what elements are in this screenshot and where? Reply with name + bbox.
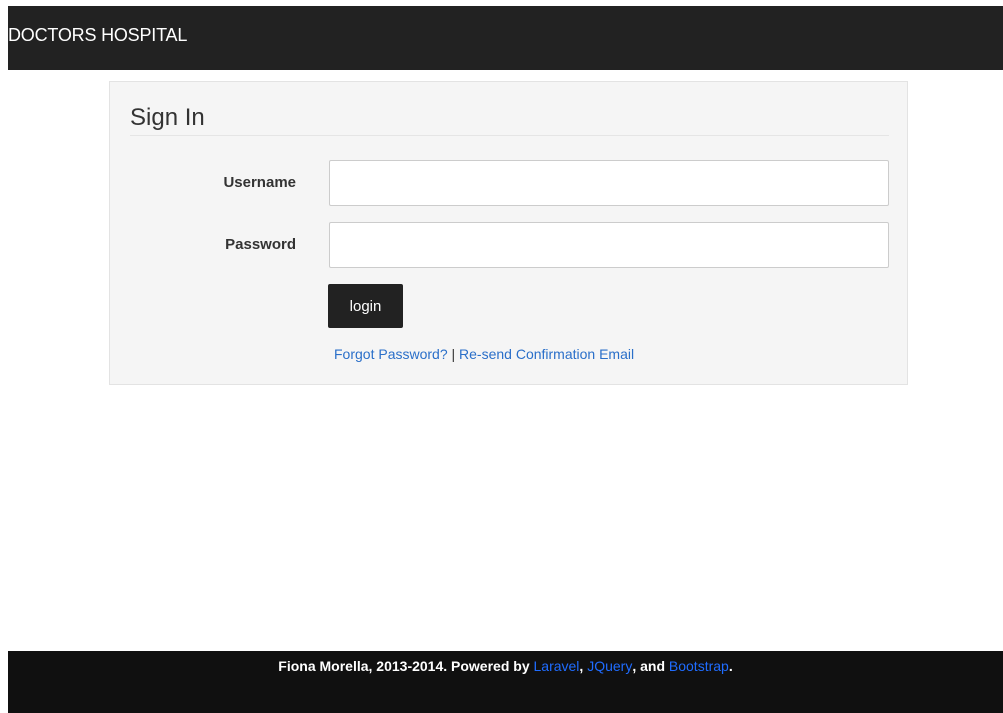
signin-legend: Sign In [130, 102, 889, 136]
signin-panel: Sign In Username Password login Forgot P… [109, 81, 908, 385]
forgot-password-link[interactable]: Forgot Password? [334, 346, 448, 362]
resend-confirmation-link[interactable]: Re-send Confirmation Email [459, 346, 634, 362]
page: DOCTORS HOSPITAL Sign In Username Passwo… [0, 0, 1003, 713]
laravel-link[interactable]: Laravel [534, 658, 580, 674]
footer-suffix: . [728, 658, 733, 674]
bootstrap-link[interactable]: Bootstrap [669, 658, 729, 674]
password-label: Password [225, 236, 296, 253]
username-field[interactable] [329, 160, 889, 206]
navbar: DOCTORS HOSPITAL [8, 6, 1003, 70]
username-label: Username [223, 174, 296, 191]
signin-title: Sign In [130, 104, 205, 131]
jquery-link[interactable]: JQuery [587, 658, 632, 674]
footer: Fiona Morella, 2013-2014. Powered by Lar… [8, 651, 1003, 713]
password-field[interactable] [329, 222, 889, 268]
links-separator: | [451, 346, 456, 362]
brand-link[interactable]: DOCTORS HOSPITAL [8, 6, 187, 64]
login-button[interactable]: login [328, 284, 403, 328]
account-links: Forgot Password? | Re-send Confirmation … [334, 344, 634, 364]
footer-and: , and [632, 658, 669, 674]
footer-prefix: Fiona Morella, 2013-2014. Powered by [278, 658, 534, 674]
footer-text: Fiona Morella, 2013-2014. Powered by Lar… [8, 651, 1003, 681]
